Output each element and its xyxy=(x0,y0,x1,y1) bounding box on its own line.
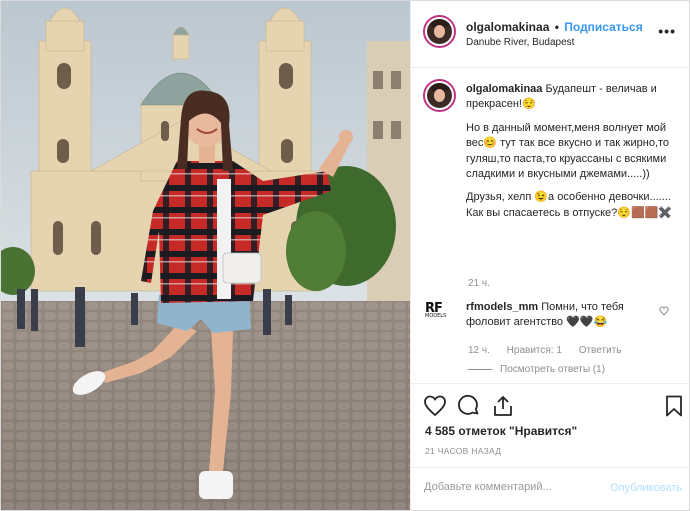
add-comment-input[interactable] xyxy=(424,481,594,493)
post-photo[interactable] xyxy=(1,1,410,510)
caption-avatar[interactable] xyxy=(423,79,456,112)
comment-like-heart-icon[interactable] xyxy=(659,306,669,319)
comment-timestamp[interactable]: 12 ч. xyxy=(468,345,490,356)
comment-icon[interactable] xyxy=(457,394,481,418)
comment-username[interactable]: rfmodels_mm xyxy=(466,301,538,313)
publish-button[interactable]: Опубликовать xyxy=(610,482,682,494)
comment-likes-count[interactable]: Нравится: 1 xyxy=(507,345,562,356)
caption-timestamp[interactable]: 21 ч. xyxy=(468,278,490,289)
post-side-panel: olgalomakinaa • Подписаться Danube River… xyxy=(410,1,689,510)
reply-button[interactable]: Ответить xyxy=(579,345,622,356)
photo-illustration xyxy=(1,1,410,510)
comments-list[interactable]: olgalomakinaa Будапешт - величав и прекр… xyxy=(411,68,689,382)
bookmark-icon[interactable] xyxy=(662,394,686,418)
caption-paragraph-2: Но в данный момент,меня волнует мой вес😊… xyxy=(466,121,673,181)
location-link[interactable]: Danube River, Budapest xyxy=(466,37,574,48)
avatar[interactable] xyxy=(423,15,456,48)
rf-logo-sub: MODELS xyxy=(425,313,447,319)
posted-time[interactable]: 21 ЧАСОВ НАЗАД xyxy=(425,446,501,456)
add-comment-bar: Опубликовать xyxy=(411,467,689,510)
username-link[interactable]: olgalomakinaa xyxy=(466,20,549,34)
caption: olgalomakinaa Будапешт - величав и прекр… xyxy=(466,82,680,229)
caption-username[interactable]: olgalomakinaa xyxy=(466,83,542,95)
post-actions: 4 585 отметок "Нравится" 21 ЧАСОВ НАЗАД xyxy=(411,383,689,466)
share-icon[interactable] xyxy=(491,394,515,418)
separator-dot: • xyxy=(554,20,559,34)
header-username-row: olgalomakinaa • Подписаться xyxy=(466,20,643,34)
view-replies-label: Посмотреть ответы (1) xyxy=(500,364,606,375)
heart-icon[interactable] xyxy=(423,394,447,418)
likes-count[interactable]: 4 585 отметок "Нравится" xyxy=(425,424,577,438)
replies-divider-line xyxy=(468,368,492,370)
comment-avatar[interactable]: RF MODELS xyxy=(425,301,451,319)
caption-paragraph-3: Друзья, хелп 😉а особенно девочки....... … xyxy=(466,191,673,219)
comment: rfmodels_mm Помни, что тебя фоловит аген… xyxy=(466,300,656,331)
view-replies-button[interactable]: Посмотреть ответы (1) xyxy=(468,364,605,375)
post-header: olgalomakinaa • Подписаться Danube River… xyxy=(411,1,689,68)
more-options-icon[interactable]: ••• xyxy=(658,23,676,39)
instagram-post: olgalomakinaa • Подписаться Danube River… xyxy=(0,0,690,511)
follow-button[interactable]: Подписаться xyxy=(564,20,642,34)
comment-meta: 12 ч. Нравится: 1 Ответить xyxy=(468,345,635,356)
